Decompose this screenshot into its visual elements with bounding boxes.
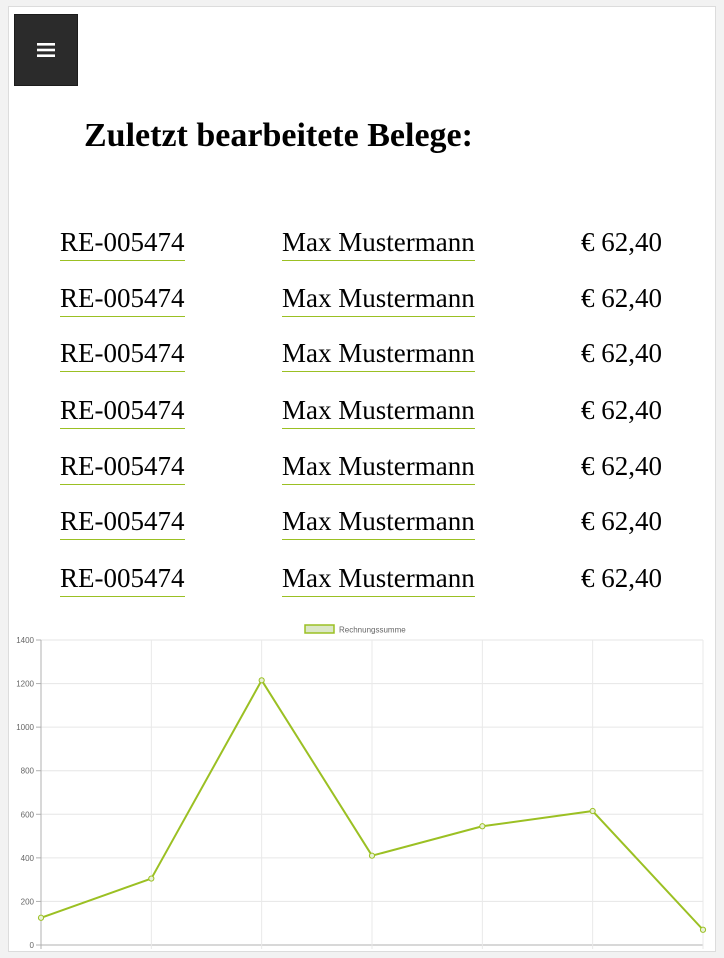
invoice-total-line-chart: 0 200 400 600 800 1000 1200 1400 Rechnungssumme (16, 624, 707, 950)
data-point[interactable] (37, 914, 45, 921)
data-point[interactable] (148, 875, 155, 882)
y-tick-label: 0 (30, 941, 35, 950)
document-row: RE-005474 Max Mustermann € 62,40 (9, 449, 715, 489)
data-point[interactable] (589, 807, 596, 815)
y-tick-label: 1200 (16, 680, 34, 689)
y-tick-label: 400 (21, 854, 35, 863)
menu-button[interactable] (14, 14, 78, 86)
document-amount: € 62,40 (581, 283, 662, 313)
document-row: RE-005474 Max Mustermann € 62,40 (9, 336, 715, 376)
document-number-link[interactable]: RE-005474 (60, 393, 185, 429)
document-row: RE-005474 Max Mustermann € 62,40 (9, 393, 715, 433)
document-number-link[interactable]: RE-005474 (60, 504, 185, 540)
customer-name-link[interactable]: Max Mustermann (282, 561, 475, 597)
document-number-link[interactable]: RE-005474 (60, 225, 185, 261)
customer-name-link[interactable]: Max Mustermann (282, 393, 475, 429)
data-point[interactable] (258, 677, 265, 684)
y-tick-label: 800 (21, 767, 35, 776)
y-tick-label: 1400 (16, 636, 34, 645)
document-number-link[interactable]: RE-005474 (60, 561, 185, 597)
customer-name-link[interactable]: Max Mustermann (282, 225, 475, 261)
document-number-link[interactable]: RE-005474 (60, 449, 185, 485)
page-title: Zuletzt bearbeitete Belege: (84, 117, 473, 154)
document-row: RE-005474 Max Mustermann € 62,40 (9, 504, 715, 544)
document-row: RE-005474 Max Mustermann € 62,40 (9, 225, 715, 265)
document-amount: € 62,40 (581, 506, 662, 536)
hamburger-menu-icon (37, 43, 55, 57)
document-amount: € 62,40 (581, 227, 662, 257)
customer-name-link[interactable]: Max Mustermann (282, 336, 475, 372)
y-tick-label: 600 (21, 810, 35, 819)
data-point[interactable] (368, 852, 376, 859)
customer-name-link[interactable]: Max Mustermann (282, 504, 475, 540)
document-row: RE-005474 Max Mustermann € 62,40 (9, 281, 715, 321)
customer-name-link[interactable]: Max Mustermann (282, 281, 475, 317)
document-row: RE-005474 Max Mustermann € 62,40 (9, 561, 715, 601)
customer-name-link[interactable]: Max Mustermann (282, 449, 475, 485)
y-tick-label: 1000 (16, 723, 34, 732)
document-amount: € 62,40 (581, 451, 662, 481)
page: Zuletzt bearbeitete Belege: RE-005474 Ma… (8, 6, 716, 952)
data-point[interactable] (479, 823, 486, 830)
document-amount: € 62,40 (581, 338, 662, 368)
y-tick-label: 200 (21, 897, 35, 906)
document-amount: € 62,40 (581, 395, 662, 425)
data-point[interactable] (699, 926, 707, 933)
document-number-link[interactable]: RE-005474 (60, 281, 185, 317)
document-number-link[interactable]: RE-005474 (60, 336, 185, 372)
legend-label: Rechnungssumme (339, 626, 406, 635)
legend-swatch (304, 624, 335, 634)
document-amount: € 62,40 (581, 563, 662, 593)
